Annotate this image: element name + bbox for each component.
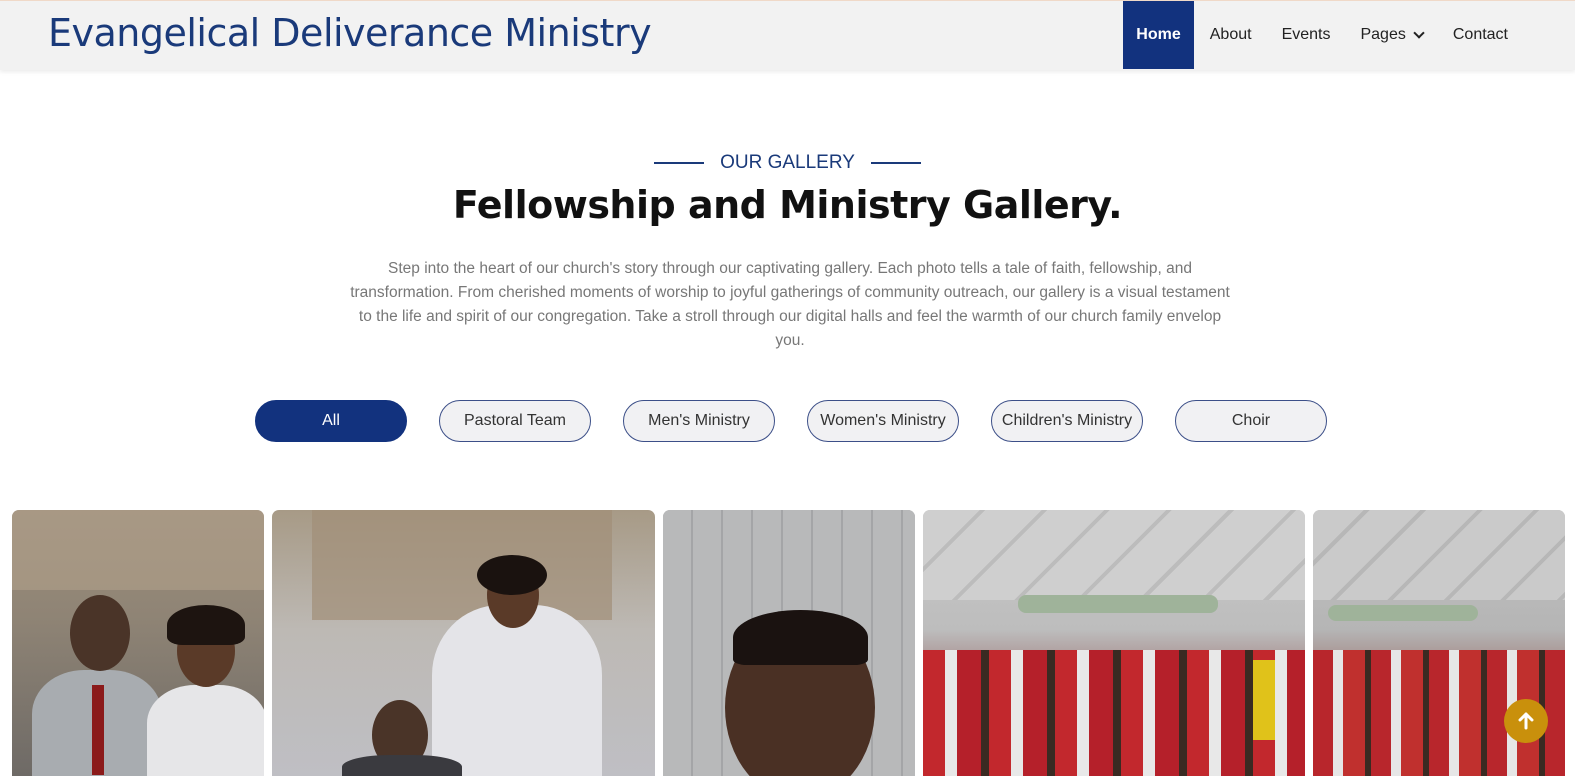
- main-nav: Home About Events Pages Contact: [1123, 1, 1522, 69]
- nav-about-label: About: [1209, 26, 1252, 43]
- nav-events[interactable]: Events: [1268, 1, 1345, 69]
- eyebrow-line-left: [654, 162, 705, 164]
- eyebrow-line-right: [870, 162, 921, 164]
- filter-mens-ministry[interactable]: Men's Ministry: [623, 400, 775, 442]
- chevron-down-icon: [1413, 27, 1425, 39]
- site-header: Evangelical Deliverance Ministry Home Ab…: [0, 0, 1575, 70]
- filter-womens-ministry[interactable]: Women's Ministry: [807, 400, 959, 442]
- section-eyebrow: OUR GALLERY: [0, 151, 1575, 174]
- eyebrow-text: OUR GALLERY: [720, 152, 855, 173]
- scroll-to-top-button[interactable]: [1504, 699, 1548, 743]
- filter-childrens-ministry[interactable]: Children's Ministry: [991, 400, 1143, 442]
- nav-about[interactable]: About: [1196, 1, 1266, 69]
- gallery-photo-couple[interactable]: [12, 510, 264, 776]
- nav-pages[interactable]: Pages: [1346, 1, 1436, 69]
- site-logo[interactable]: Evangelical Deliverance Ministry: [48, 11, 652, 55]
- nav-home[interactable]: Home: [1123, 1, 1194, 69]
- section-title: Fellowship and Ministry Gallery.: [452, 183, 1123, 227]
- nav-events-label: Events: [1281, 26, 1331, 43]
- section-description: Step into the heart of our church's stor…: [350, 260, 1230, 349]
- gallery-grid: [0, 510, 1575, 776]
- nav-contact[interactable]: Contact: [1439, 1, 1522, 69]
- gallery-photo-women-group[interactable]: [923, 510, 1305, 776]
- nav-home-label: Home: [1136, 26, 1181, 43]
- filter-pastoral-team[interactable]: Pastoral Team: [439, 400, 591, 442]
- arrow-up-icon: [1518, 712, 1534, 730]
- nav-pages-label: Pages: [1360, 26, 1406, 43]
- gallery-filters: All Pastoral Team Men's Ministry Women's…: [255, 400, 1327, 442]
- filter-choir[interactable]: Choir: [1175, 400, 1327, 442]
- filter-all[interactable]: All: [255, 400, 407, 442]
- gallery-photo-pastor-seated[interactable]: [272, 510, 655, 776]
- nav-contact-label: Contact: [1452, 26, 1508, 43]
- gallery-photo-portrait[interactable]: [663, 510, 915, 776]
